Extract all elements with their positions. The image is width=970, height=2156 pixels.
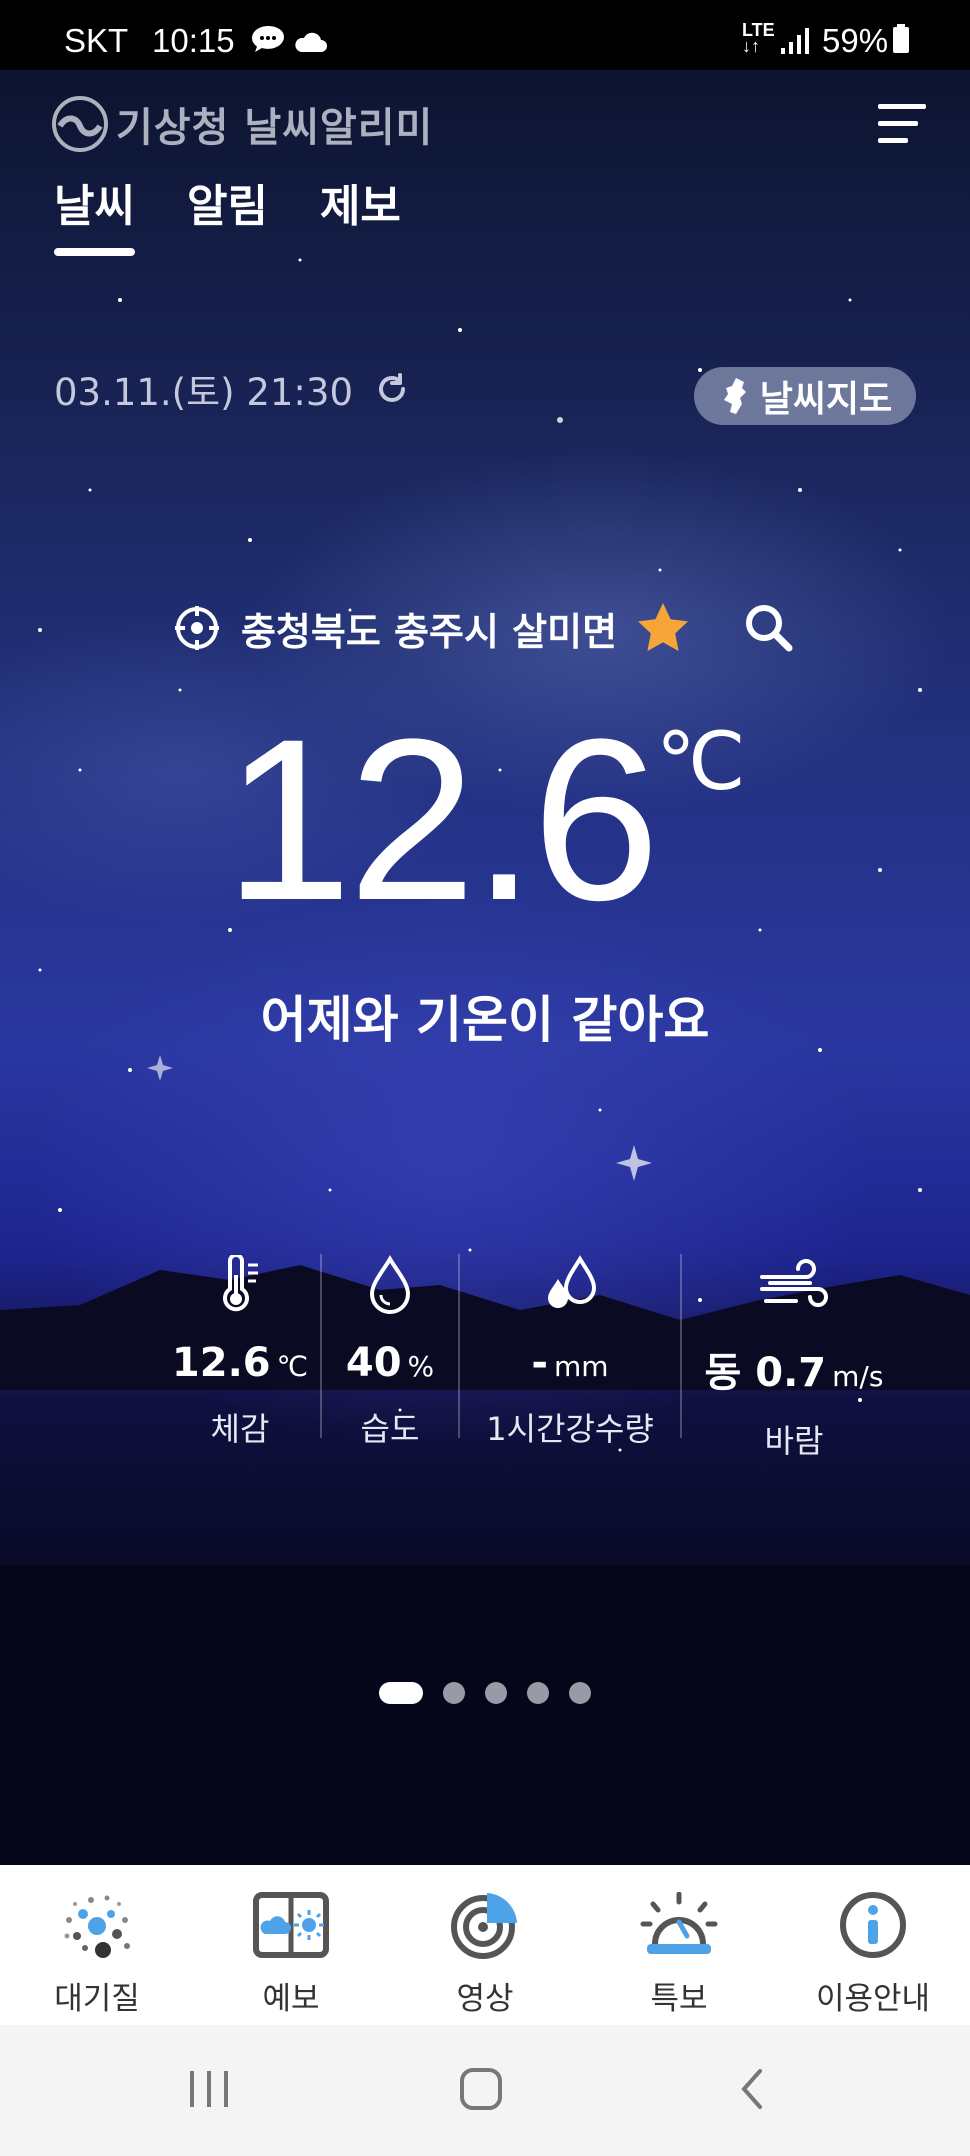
nav-air-quality[interactable]: 대기질	[0, 1865, 194, 2025]
main-tabs: 날씨 알림 제보	[54, 170, 453, 258]
feels-like-label: 체감	[210, 1410, 270, 1448]
page-dot[interactable]	[569, 1682, 591, 1704]
feels-like-value: 12.6	[171, 1340, 271, 1386]
tab-weather[interactable]: 날씨	[54, 170, 135, 258]
korea-map-icon	[723, 378, 746, 414]
precipitation-value: -	[531, 1340, 549, 1386]
datetime-text: 03.11.(토) 21:30	[54, 371, 353, 414]
metric-feels-like: 12.6 ℃ 체감	[160, 1250, 320, 1462]
weather-map-button[interactable]: 날씨지도	[694, 367, 916, 425]
page-dot-active[interactable]	[379, 1682, 423, 1704]
metric-humidity: 40% 습도	[322, 1250, 458, 1462]
temperature-unit: ℃	[655, 717, 746, 806]
current-temperature: 12.6℃	[0, 705, 970, 935]
home-icon[interactable]	[458, 2067, 504, 2111]
cloud-notification-icon	[292, 24, 328, 62]
temperature-value: 12.6	[224, 691, 660, 948]
hamburger-menu-icon[interactable]	[876, 100, 928, 148]
weather-metrics: 12.6 ℃ 체감 40% 습도 - mm 1시간강수량 동 0.7 m/s 바람	[160, 1250, 906, 1462]
location-row: 충청북도 충주시 살미면	[0, 600, 970, 656]
nav-forecast-label: 예보	[262, 1981, 320, 2017]
nav-warnings-label: 특보	[650, 1981, 708, 2017]
water-drop-icon	[367, 1250, 413, 1320]
siren-icon	[639, 1887, 719, 1963]
bottom-navigation: 대기질 예보 영상 특보 이용안내	[0, 1865, 970, 2025]
logo-text: 기상청 날씨알리미	[116, 105, 434, 151]
recent-apps-icon[interactable]	[186, 2067, 232, 2111]
thermometer-icon	[218, 1250, 262, 1320]
nav-warnings[interactable]: 특보	[582, 1865, 776, 2025]
precipitation-label: 1시간강수량	[486, 1410, 654, 1448]
kma-emblem-icon	[52, 96, 108, 152]
observation-time: 03.11.(토) 21:30	[54, 362, 409, 416]
wind-icon	[758, 1250, 830, 1320]
metric-wind: 동 0.7 m/s 바람	[682, 1250, 906, 1462]
rain-drops-icon	[540, 1250, 600, 1320]
feels-like-unit: ℃	[276, 1350, 309, 1383]
nav-radar[interactable]: 영상	[388, 1865, 582, 2025]
network-type: LTE ↓↑	[742, 20, 775, 56]
humidity-unit: %	[407, 1350, 435, 1383]
lower-dark-area	[0, 1565, 970, 1865]
clock: 10:15	[152, 22, 235, 59]
tab-report[interactable]: 제보	[320, 170, 401, 258]
refresh-icon[interactable]	[375, 372, 409, 406]
weather-map-label: 날씨지도	[759, 379, 893, 420]
metric-precipitation: - mm 1시간강수량	[460, 1250, 680, 1462]
battery-percent: 59%	[822, 22, 889, 59]
nav-air-quality-label: 대기질	[54, 1981, 140, 2017]
chat-notification-icon	[250, 24, 286, 62]
air-quality-icon	[57, 1887, 137, 1963]
info-icon	[838, 1887, 908, 1963]
nav-info[interactable]: 이용안내	[776, 1865, 970, 2025]
page-indicator	[0, 1682, 970, 1704]
nav-info-label: 이용안내	[815, 1981, 931, 2017]
status-bar: SKT 10:15 LTE ↓↑ 59%	[0, 0, 970, 70]
wind-label: 바람	[764, 1422, 824, 1460]
page-dot[interactable]	[527, 1682, 549, 1704]
yesterday-comparison: 어제와 기온이 같아요	[260, 991, 710, 1049]
location-name[interactable]: 충청북도 충주시 살미면	[241, 601, 617, 656]
wind-unit: m/s	[832, 1360, 884, 1393]
wind-value: 동 0.7	[704, 1350, 827, 1396]
radar-icon	[450, 1887, 520, 1963]
page-dot[interactable]	[443, 1682, 465, 1704]
app-logo: 기상청 날씨알리미	[52, 96, 433, 152]
forecast-icon	[253, 1887, 329, 1963]
nav-forecast[interactable]: 예보	[194, 1865, 388, 2025]
back-icon[interactable]	[736, 2067, 768, 2111]
humidity-value: 40	[345, 1340, 402, 1386]
precipitation-unit: mm	[554, 1350, 609, 1383]
search-icon[interactable]	[741, 600, 797, 656]
carrier-label: SKT	[64, 22, 129, 59]
system-navigation-bar	[0, 2025, 970, 2156]
battery-icon	[892, 24, 910, 62]
page-dot[interactable]	[485, 1682, 507, 1704]
current-location-icon[interactable]	[173, 604, 221, 652]
signal-icon	[780, 24, 812, 62]
humidity-label: 습도	[360, 1410, 420, 1448]
favorite-star-icon[interactable]	[635, 601, 691, 655]
nav-radar-label: 영상	[456, 1981, 514, 2017]
tab-alerts[interactable]: 알림	[187, 170, 268, 258]
